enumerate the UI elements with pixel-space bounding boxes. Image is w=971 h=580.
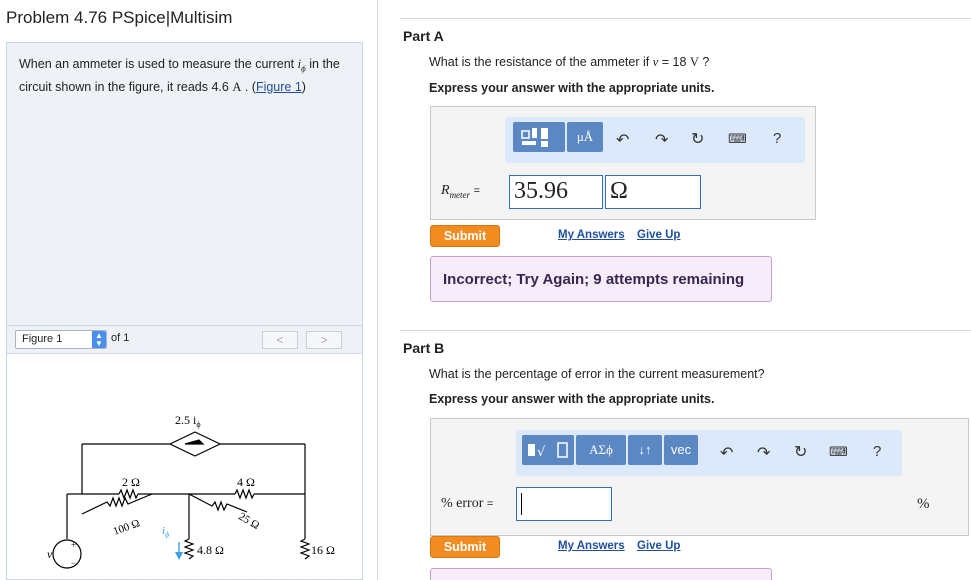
r5-label: 25 Ω [236, 511, 261, 532]
r3-label: 100 Ω [112, 517, 142, 538]
part-b-give-up-link[interactable]: Give Up [637, 540, 680, 552]
r-meter-unit-input[interactable]: Ω [605, 175, 701, 209]
r6-label: 16 Ω [311, 543, 335, 557]
reset-icon[interactable]: ↻ [691, 129, 704, 149]
parts-column: Part A What is the resistance of the amm… [378, 0, 971, 580]
part-b-my-answers-link[interactable]: My Answers [558, 540, 625, 552]
percent-unit-label: % [917, 496, 930, 512]
svg-text:√: √ [537, 445, 546, 460]
reset-icon-b[interactable]: ↻ [794, 442, 807, 462]
part-b-answer-box: √ ΑΣϕ ↓↑ vec ↶ ↷ ↻ ⌨ ? % error = % [430, 418, 969, 536]
vec-button[interactable]: vec [664, 435, 698, 465]
figure-panel: Figure 1 ▲ ▼ of 1 < > 2.5 iϕ 2 Ω 4 Ω 100… [6, 325, 363, 580]
redo-icon[interactable]: ↷ [655, 130, 668, 150]
figure-count: of 1 [111, 332, 130, 344]
problem-statement: When an ammeter is used to measure the c… [19, 57, 340, 94]
prev-figure-button[interactable]: < [262, 331, 298, 349]
part-a-my-answers-link[interactable]: My Answers [558, 229, 625, 241]
part-b-divider [400, 330, 971, 331]
sub-super-button[interactable]: ↓↑ [628, 435, 662, 465]
percent-error-input[interactable] [516, 487, 612, 521]
help-button-b[interactable]: ? [873, 443, 881, 460]
undo-icon-b[interactable]: ↶ [720, 443, 733, 463]
part-a-answer-box: μÅ ↶ ↷ ↻ ⌨ ? Rmeter = 35.96 Ω [430, 106, 816, 220]
figure-header: Figure 1 ▲ ▼ of 1 < > [7, 326, 362, 354]
current-symbol: iϕ [297, 57, 306, 74]
source-plus: + [71, 540, 76, 550]
keyboard-icon-b[interactable]: ⌨ [829, 444, 848, 460]
templates-button[interactable] [513, 122, 565, 152]
part-a-toolbar: μÅ ↶ ↷ ↻ ⌨ ? [505, 117, 805, 163]
percent-error-label: % error = [441, 496, 494, 511]
redo-icon-b[interactable]: ↷ [757, 443, 770, 463]
r-meter-value-input[interactable]: 35.96 [509, 175, 603, 209]
help-button[interactable]: ? [773, 130, 781, 147]
part-a-label: Part A [403, 28, 444, 44]
part-b-toolbar: √ ΑΣϕ ↓↑ vec ↶ ↷ ↻ ⌨ ? [516, 430, 902, 476]
part-a-feedback: Incorrect; Try Again; 9 attempts remaini… [430, 256, 772, 302]
part-b-instructions: Express your answer with the appropriate… [429, 392, 715, 406]
templates-button-b[interactable]: √ [522, 435, 574, 465]
greek-button[interactable]: ΑΣϕ [576, 435, 626, 465]
dep-source-label: 2.5 iϕ [175, 413, 201, 429]
source-label: v [47, 547, 53, 561]
part-a-question: What is the resistance of the ammeter if… [429, 55, 710, 69]
r-meter-label: Rmeter = [441, 183, 480, 200]
select-arrows-icon: ▲ ▼ [92, 331, 106, 348]
r4-label: 4.8 Ω [197, 543, 224, 557]
problem-statement-box: When an ammeter is used to measure the c… [6, 42, 363, 329]
source-minus: − [71, 558, 76, 568]
figure-link[interactable]: Figure 1 [256, 80, 302, 94]
part-b-feedback-partial [430, 568, 772, 580]
part-a-divider [400, 18, 971, 19]
part-b-question: What is the percentage of error in the c… [429, 367, 765, 381]
part-b-submit-button[interactable]: Submit [430, 536, 500, 558]
keyboard-icon[interactable]: ⌨ [728, 131, 747, 147]
figure-select[interactable]: Figure 1 ▲ ▼ [15, 330, 107, 349]
problem-column: Problem 4.76 PSpice|Multisim When an amm… [0, 0, 378, 580]
part-a-submit-button[interactable]: Submit [430, 225, 500, 247]
undo-icon[interactable]: ↶ [616, 130, 629, 150]
part-b-label: Part B [403, 340, 445, 356]
r2-label: 4 Ω [237, 475, 255, 489]
part-a-instructions: Express your answer with the appropriate… [429, 81, 715, 95]
current-label: iϕ [162, 525, 169, 539]
next-figure-button[interactable]: > [306, 331, 342, 349]
units-button[interactable]: μÅ [567, 122, 603, 152]
circuit-diagram: 2.5 iϕ 2 Ω 4 Ω 100 Ω 4.8 Ω 25 Ω 16 Ω v +… [47, 413, 335, 569]
part-a-give-up-link[interactable]: Give Up [637, 229, 680, 241]
problem-title: Problem 4.76 PSpice|Multisim [6, 8, 233, 27]
r1-label: 2 Ω [122, 475, 140, 489]
